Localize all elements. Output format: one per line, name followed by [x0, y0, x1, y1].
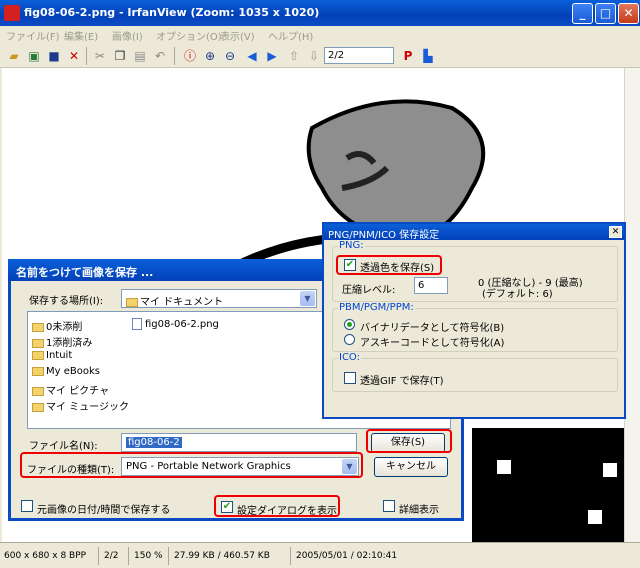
previous-arrow-icon[interactable]: ◀	[244, 48, 260, 64]
status-dimensions: 600 x 680 x 8 BPP	[4, 551, 87, 561]
ascii-label: アスキーコードとして符号化(A)	[360, 338, 505, 349]
compression-level-field[interactable]: 6	[414, 277, 448, 294]
toolbar-separator	[174, 47, 175, 65]
status-datetime: 2005/05/01 / 02:10:41	[296, 551, 398, 561]
irfanview-app-icon	[4, 5, 20, 21]
transparent-color-checkbox[interactable]: ✔	[344, 259, 356, 271]
toolbar-separator	[86, 47, 87, 65]
menu-image[interactable]: 画像(I)	[112, 28, 143, 43]
folder-icon	[32, 350, 44, 360]
ascii-radio[interactable]	[344, 334, 355, 345]
folder-icon	[32, 366, 44, 376]
paste-icon[interactable]: ▤	[132, 48, 148, 64]
png-file-icon	[132, 318, 142, 330]
status-divider	[98, 547, 99, 565]
image-black-region	[472, 428, 624, 542]
highlight-show-settings	[214, 495, 340, 517]
highlight-save-button	[366, 429, 452, 453]
keep-date-label: 元画像の日付/時間で保存する	[37, 505, 171, 516]
close-button[interactable]: ✕	[618, 3, 639, 24]
binary-radio[interactable]	[344, 319, 355, 330]
list-item[interactable]: fig08-06-2.png	[132, 318, 219, 330]
image-shape	[306, 99, 486, 242]
menu-bar: ファイル(F) 編集(E) 画像(I) オプション(O) 表示(V) ヘルプ(H…	[0, 26, 640, 44]
page-up-icon[interactable]: ⇧	[286, 48, 302, 64]
open-icon[interactable]: ▰	[6, 48, 22, 64]
menu-file[interactable]: ファイル(F)	[6, 28, 60, 43]
zoom-out-icon[interactable]: ⊖	[222, 48, 238, 64]
highlight-filetype	[20, 452, 363, 478]
close-icon[interactable]: ✕	[609, 226, 622, 238]
ico-gif-label: 透過GIF で保存(T)	[360, 376, 444, 387]
status-size: 27.99 KB / 460.57 KB	[174, 551, 270, 561]
folder-icon	[32, 322, 44, 332]
undo-icon[interactable]: ↶	[152, 48, 168, 64]
ico-group-label: ICO:	[338, 352, 361, 363]
location-select[interactable]: マイ ドキュメント ▼	[121, 289, 317, 308]
delete-icon[interactable]: ✕	[66, 48, 82, 64]
image-white-square	[497, 460, 511, 474]
about-icon[interactable]: ▙	[420, 48, 436, 64]
copy-icon[interactable]: ❐	[112, 48, 128, 64]
save-icon[interactable]: ■	[46, 48, 62, 64]
cut-icon[interactable]: ✂	[92, 48, 108, 64]
title-bar: fig08-06-2.png - IrfanView (Zoom: 1035 x…	[0, 0, 640, 26]
minimize-button[interactable]: _	[572, 3, 593, 24]
info-icon[interactable]: ⓘ	[182, 48, 198, 64]
maximize-button[interactable]: □	[595, 3, 616, 24]
slideshow-icon[interactable]: ▣	[26, 48, 42, 64]
transparent-color-label: 透過色を保存(S)	[360, 263, 435, 274]
folder-icon	[32, 402, 44, 412]
image-white-square	[603, 463, 617, 477]
list-item[interactable]: マイ ピクチャ	[32, 382, 109, 397]
status-divider	[290, 547, 291, 565]
location-label: 保存する場所(I):	[29, 296, 104, 307]
menu-view[interactable]: 表示(V)	[220, 28, 255, 43]
page-down-icon[interactable]: ⇩	[306, 48, 322, 64]
png-settings-dialog: PNG/PNM/ICO 保存設定 ✕ PNG: ✔ 透過色を保存(S) 圧縮レベ…	[322, 222, 626, 419]
detail-view-label: 詳細表示	[399, 505, 439, 516]
toolbar: ▰ ▣ ■ ✕ ✂ ❐ ▤ ↶ ⓘ ⊕ ⊖ ◀ ▶ ⇧ ⇩ 2/2 P ▙	[0, 44, 640, 68]
list-item[interactable]: 1添削済み	[32, 334, 92, 349]
folder-icon	[32, 386, 44, 396]
list-item[interactable]: My eBooks	[32, 366, 100, 377]
png-group-label: PNG:	[338, 240, 365, 251]
png-dialog-title: PNG/PNM/ICO 保存設定	[324, 224, 624, 241]
status-bar: 600 x 680 x 8 BPP 2/2 150 % 27.99 KB / 4…	[0, 542, 640, 568]
menu-help[interactable]: ヘルプ(H)	[268, 28, 313, 43]
list-item[interactable]: Intuit	[32, 350, 72, 361]
filename-field[interactable]: fig08-06-2	[121, 433, 357, 452]
window-title: fig08-06-2.png - IrfanView (Zoom: 1035 x…	[24, 6, 320, 19]
list-item[interactable]: マイ ミュージック	[32, 398, 129, 413]
zoom-in-icon[interactable]: ⊕	[202, 48, 218, 64]
compression-default: (デフォルト: 6)	[482, 289, 553, 300]
menu-edit[interactable]: 編集(E)	[64, 28, 98, 43]
ico-gif-checkbox[interactable]	[344, 372, 356, 384]
status-zoom: 150 %	[134, 551, 163, 561]
folder-icon	[32, 338, 44, 348]
image-white-square	[588, 510, 602, 524]
status-page: 2/2	[104, 551, 119, 561]
keep-date-checkbox[interactable]	[21, 500, 33, 512]
list-item[interactable]: 0未添削	[32, 318, 82, 333]
status-divider	[168, 547, 169, 565]
print-icon[interactable]: P	[400, 48, 416, 64]
detail-view-checkbox[interactable]	[383, 500, 395, 512]
page-number-field[interactable]: 2/2	[324, 47, 394, 64]
folder-icon	[126, 297, 138, 307]
next-arrow-icon[interactable]: ▶	[264, 48, 280, 64]
cancel-button[interactable]: キャンセル	[374, 457, 448, 477]
menu-options[interactable]: オプション(O)	[156, 28, 222, 43]
chevron-down-icon[interactable]: ▼	[300, 291, 315, 306]
filename-label: ファイル名(N):	[29, 441, 98, 452]
binary-label: バイナリデータとして符号化(B)	[360, 323, 505, 334]
status-divider	[128, 547, 129, 565]
pbm-group-label: PBM/PGM/PPM:	[338, 302, 415, 313]
vertical-scrollbar[interactable]	[624, 68, 640, 542]
compression-label: 圧縮レベル:	[342, 285, 396, 296]
